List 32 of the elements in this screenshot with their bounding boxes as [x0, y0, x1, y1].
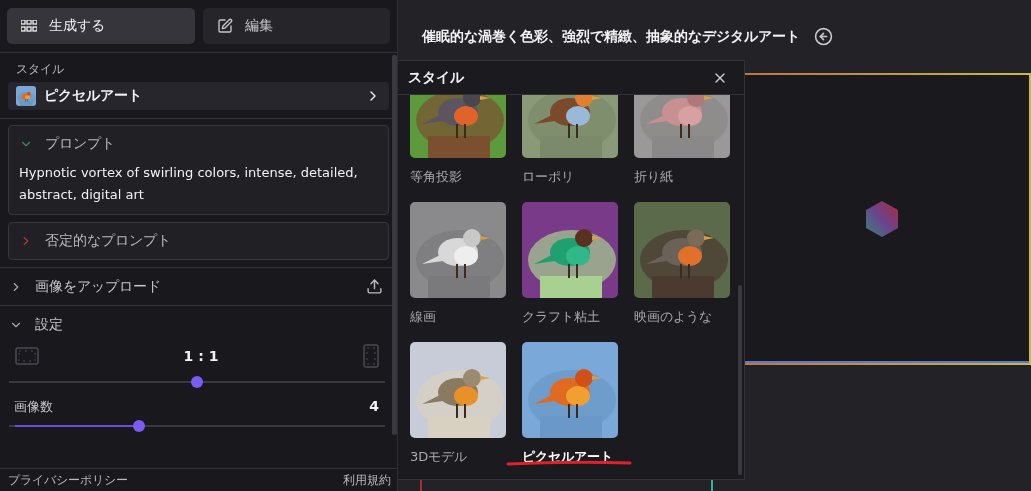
settings-toggle[interactable]: 設定 [0, 306, 72, 344]
prompt-toggle[interactable]: プロンプト [9, 126, 388, 162]
mode-tab[interactable]: 生成する [7, 8, 195, 44]
image-count-reading: 4 [369, 398, 379, 416]
grid-icon [21, 20, 37, 32]
style-option[interactable]: 折り紙 [634, 95, 730, 202]
hexagon-spinner-icon [863, 200, 901, 238]
style-option[interactable]: クラフト粘土 [522, 202, 618, 342]
slider-thumb[interactable] [132, 420, 145, 432]
negative-prompt-toggle[interactable]: 否定的なプロンプト [9, 223, 388, 259]
style-option[interactable]: ローポリ [522, 95, 618, 202]
edit-icon [216, 18, 233, 34]
slider-thumb[interactable] [191, 376, 203, 388]
terms-link[interactable]: 利用規約 [343, 472, 391, 488]
style-option[interactable]: 線画 [410, 202, 506, 342]
style-select[interactable]: ピクセルアート [8, 82, 389, 110]
prompt-text[interactable]: Hypnotic vortex of swirling colors, intense, detailed, abstract, digital art [9, 162, 388, 214]
style-option[interactable]: 映画のような [634, 202, 730, 342]
style-option[interactable]: 3Dモデル [410, 342, 506, 479]
image-count-label: 画像数 [14, 398, 53, 416]
dialog-title: スタイル [408, 68, 464, 87]
scrollbar[interactable] [392, 55, 397, 435]
scrollbar[interactable] [738, 285, 742, 475]
upload-toggle[interactable]: 画像をアップロード [0, 268, 389, 305]
back-button[interactable] [814, 27, 833, 46]
mode-tab[interactable]: 編集 [202, 8, 390, 44]
upload-icon[interactable] [366, 278, 383, 295]
style-label: スタイル [15, 61, 65, 78]
style-option[interactable]: 等角投影 [410, 95, 506, 202]
aspect-ratio-reading: 1 : 1 [183, 348, 219, 364]
image-title: 催眠的な渦巻く色彩、強烈で精緻、抽象的なデジタルアート [422, 27, 800, 46]
privacy-policy-link[interactable]: プライバシーポリシー [8, 472, 128, 488]
